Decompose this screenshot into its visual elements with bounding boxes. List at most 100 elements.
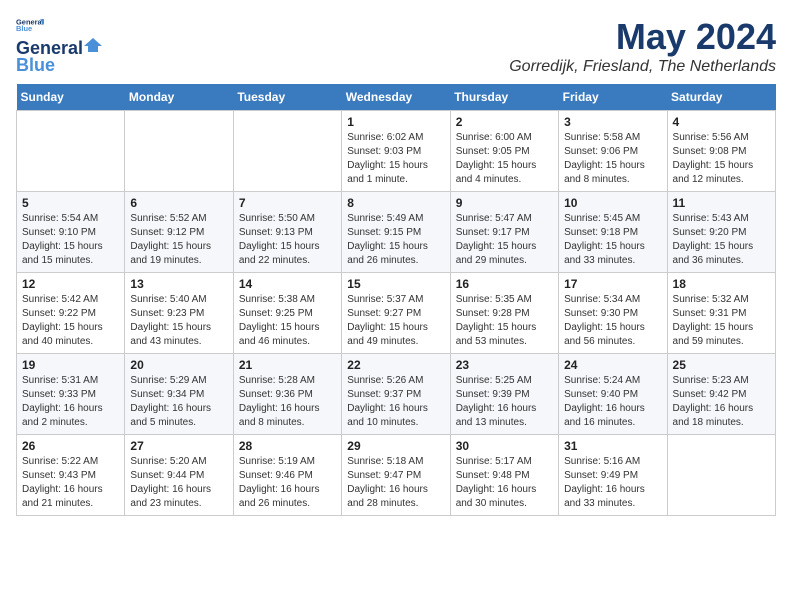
day-info: Sunrise: 5:43 AMSunset: 9:20 PMDaylight:… xyxy=(673,212,770,268)
day-info: Sunrise: 5:26 AMSunset: 9:37 PMDaylight:… xyxy=(347,374,444,430)
calendar-cell: 31 Sunrise: 5:16 AMSunset: 9:49 PMDayligh… xyxy=(559,435,667,516)
calendar-cell: 2 Sunrise: 6:00 AMSunset: 9:05 PMDaylight… xyxy=(450,111,558,192)
day-number: 1 xyxy=(347,115,444,129)
logo-bird-icon xyxy=(84,36,102,54)
day-number: 16 xyxy=(456,277,553,291)
day-info: Sunrise: 5:50 AMSunset: 9:13 PMDaylight:… xyxy=(239,212,336,268)
calendar-cell: 24 Sunrise: 5:24 AMSunset: 9:40 PMDayligh… xyxy=(559,354,667,435)
col-header-wednesday: Wednesday xyxy=(342,84,450,111)
calendar-cell: 26 Sunrise: 5:22 AMSunset: 9:43 PMDayligh… xyxy=(17,435,125,516)
calendar-cell: 3 Sunrise: 5:58 AMSunset: 9:06 PMDaylight… xyxy=(559,111,667,192)
day-number: 23 xyxy=(456,358,553,372)
day-number: 13 xyxy=(130,277,227,291)
day-info: Sunrise: 6:02 AMSunset: 9:03 PMDaylight:… xyxy=(347,131,444,187)
title-area: May 2024 Gorredijk, Friesland, The Nethe… xyxy=(509,16,776,76)
calendar-cell: 27Sunrise: 5:20 AMSunset: 9:44 PMDayligh… xyxy=(125,435,233,516)
day-number: 6 xyxy=(130,196,227,210)
day-number: 24 xyxy=(564,358,661,372)
calendar-cell: 4Sunrise: 5:56 AMSunset: 9:08 PMDaylight… xyxy=(667,111,775,192)
calendar-cell: 9 Sunrise: 5:47 AMSunset: 9:17 PMDaylight… xyxy=(450,192,558,273)
day-number: 14 xyxy=(239,277,336,291)
calendar-row-3: 19Sunrise: 5:31 AMSunset: 9:33 PMDayligh… xyxy=(17,354,776,435)
calendar-header-row: SundayMondayTuesdayWednesdayThursdayFrid… xyxy=(17,84,776,111)
logo-blue: Blue xyxy=(16,55,55,76)
day-info: Sunrise: 5:24 AMSunset: 9:40 PMDaylight:… xyxy=(564,374,661,430)
calendar-row-2: 12 Sunrise: 5:42 AMSunset: 9:22 PMDayligh… xyxy=(17,273,776,354)
logo-icon: General Blue xyxy=(16,16,44,34)
calendar-cell: 29Sunrise: 5:18 AMSunset: 9:47 PMDayligh… xyxy=(342,435,450,516)
col-header-thursday: Thursday xyxy=(450,84,558,111)
calendar-cell: 1 Sunrise: 6:02 AMSunset: 9:03 PMDaylight… xyxy=(342,111,450,192)
day-info: Sunrise: 5:54 AMSunset: 9:10 PMDaylight:… xyxy=(22,212,119,268)
day-info: Sunrise: 5:38 AMSunset: 9:25 PMDaylight:… xyxy=(239,293,336,349)
day-number: 20 xyxy=(130,358,227,372)
day-number: 26 xyxy=(22,439,119,453)
calendar-cell: 23 Sunrise: 5:25 AMSunset: 9:39 PMDayligh… xyxy=(450,354,558,435)
calendar-cell: 30 Sunrise: 5:17 AMSunset: 9:48 PMDayligh… xyxy=(450,435,558,516)
day-info: Sunrise: 5:23 AMSunset: 9:42 PMDaylight:… xyxy=(673,374,770,430)
day-info: Sunrise: 5:28 AMSunset: 9:36 PMDaylight:… xyxy=(239,374,336,430)
calendar-cell: 17Sunrise: 5:34 AMSunset: 9:30 PMDayligh… xyxy=(559,273,667,354)
day-number: 2 xyxy=(456,115,553,129)
day-info: Sunrise: 5:58 AMSunset: 9:06 PMDaylight:… xyxy=(564,131,661,187)
day-number: 29 xyxy=(347,439,444,453)
calendar-cell: 19Sunrise: 5:31 AMSunset: 9:33 PMDayligh… xyxy=(17,354,125,435)
day-number: 30 xyxy=(456,439,553,453)
day-info: Sunrise: 5:22 AMSunset: 9:43 PMDaylight:… xyxy=(22,455,119,511)
calendar-row-0: 1 Sunrise: 6:02 AMSunset: 9:03 PMDaylight… xyxy=(17,111,776,192)
day-info: Sunrise: 5:35 AMSunset: 9:28 PMDaylight:… xyxy=(456,293,553,349)
day-info: Sunrise: 5:25 AMSunset: 9:39 PMDaylight:… xyxy=(456,374,553,430)
day-info: Sunrise: 5:19 AMSunset: 9:46 PMDaylight:… xyxy=(239,455,336,511)
day-number: 27 xyxy=(130,439,227,453)
day-info: Sunrise: 6:00 AMSunset: 9:05 PMDaylight:… xyxy=(456,131,553,187)
day-info: Sunrise: 5:45 AMSunset: 9:18 PMDaylight:… xyxy=(564,212,661,268)
day-info: Sunrise: 5:42 AMSunset: 9:22 PMDaylight:… xyxy=(22,293,119,349)
day-info: Sunrise: 5:31 AMSunset: 9:33 PMDaylight:… xyxy=(22,374,119,430)
calendar-cell: 22 Sunrise: 5:26 AMSunset: 9:37 PMDayligh… xyxy=(342,354,450,435)
calendar-cell xyxy=(17,111,125,192)
day-info: Sunrise: 5:40 AMSunset: 9:23 PMDaylight:… xyxy=(130,293,227,349)
day-number: 31 xyxy=(564,439,661,453)
calendar-cell: 25 Sunrise: 5:23 AMSunset: 9:42 PMDayligh… xyxy=(667,354,775,435)
subtitle: Gorredijk, Friesland, The Netherlands xyxy=(509,58,776,76)
calendar-cell: 14 Sunrise: 5:38 AMSunset: 9:25 PMDayligh… xyxy=(233,273,341,354)
calendar-cell: 20Sunrise: 5:29 AMSunset: 9:34 PMDayligh… xyxy=(125,354,233,435)
calendar-cell: 18 Sunrise: 5:32 AMSunset: 9:31 PMDayligh… xyxy=(667,273,775,354)
day-number: 21 xyxy=(239,358,336,372)
day-info: Sunrise: 5:56 AMSunset: 9:08 PMDaylight:… xyxy=(673,131,770,187)
day-number: 3 xyxy=(564,115,661,129)
day-number: 7 xyxy=(239,196,336,210)
calendar-cell xyxy=(667,435,775,516)
day-number: 25 xyxy=(673,358,770,372)
calendar-table: SundayMondayTuesdayWednesdayThursdayFrid… xyxy=(16,84,776,516)
calendar-body: 1 Sunrise: 6:02 AMSunset: 9:03 PMDaylight… xyxy=(17,111,776,516)
calendar-cell: 10Sunrise: 5:45 AMSunset: 9:18 PMDayligh… xyxy=(559,192,667,273)
calendar-cell: 5 Sunrise: 5:54 AMSunset: 9:10 PMDaylight… xyxy=(17,192,125,273)
day-number: 12 xyxy=(22,277,119,291)
calendar-cell: 21 Sunrise: 5:28 AMSunset: 9:36 PMDayligh… xyxy=(233,354,341,435)
day-number: 22 xyxy=(347,358,444,372)
day-number: 28 xyxy=(239,439,336,453)
calendar-row-1: 5 Sunrise: 5:54 AMSunset: 9:10 PMDaylight… xyxy=(17,192,776,273)
day-info: Sunrise: 5:32 AMSunset: 9:31 PMDaylight:… xyxy=(673,293,770,349)
calendar-cell: 11Sunrise: 5:43 AMSunset: 9:20 PMDayligh… xyxy=(667,192,775,273)
calendar-cell xyxy=(125,111,233,192)
day-info: Sunrise: 5:16 AMSunset: 9:49 PMDaylight:… xyxy=(564,455,661,511)
day-info: Sunrise: 5:17 AMSunset: 9:48 PMDaylight:… xyxy=(456,455,553,511)
day-number: 9 xyxy=(456,196,553,210)
day-info: Sunrise: 5:52 AMSunset: 9:12 PMDaylight:… xyxy=(130,212,227,268)
calendar-cell: 8Sunrise: 5:49 AMSunset: 9:15 PMDaylight… xyxy=(342,192,450,273)
calendar-cell: 13 Sunrise: 5:40 AMSunset: 9:23 PMDayligh… xyxy=(125,273,233,354)
svg-text:Blue: Blue xyxy=(16,24,32,33)
col-header-saturday: Saturday xyxy=(667,84,775,111)
col-header-friday: Friday xyxy=(559,84,667,111)
day-info: Sunrise: 5:47 AMSunset: 9:17 PMDaylight:… xyxy=(456,212,553,268)
day-number: 17 xyxy=(564,277,661,291)
day-number: 18 xyxy=(673,277,770,291)
page-header: General Blue General Blue May 2024 Gorre… xyxy=(16,16,776,76)
calendar-cell xyxy=(233,111,341,192)
day-number: 5 xyxy=(22,196,119,210)
calendar-cell: 15Sunrise: 5:37 AMSunset: 9:27 PMDayligh… xyxy=(342,273,450,354)
col-header-tuesday: Tuesday xyxy=(233,84,341,111)
day-info: Sunrise: 5:49 AMSunset: 9:15 PMDaylight:… xyxy=(347,212,444,268)
